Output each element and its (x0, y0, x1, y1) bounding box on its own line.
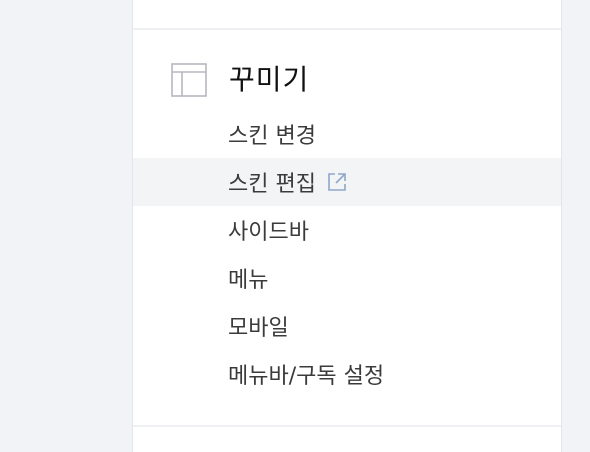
menu-item-label: 사이드바 (228, 220, 309, 245)
settings-sidebar-panel: 꾸미기 스킨 변경 스킨 편집 사이드바 메뉴 모바일 메뉴바/구독 설정 (132, 0, 562, 452)
menu-item-change-skin[interactable]: 스킨 변경 (133, 110, 561, 158)
layout-icon (171, 63, 207, 97)
menu-item-mobile[interactable]: 모바일 (133, 302, 561, 350)
menu-item-label: 스킨 변경 (228, 124, 316, 149)
menu-item-sidebar[interactable]: 사이드바 (133, 206, 561, 254)
section-divider-top (133, 28, 561, 30)
menu-item-label: 메뉴바/구독 설정 (228, 364, 385, 389)
menu-item-menubar-subscription-settings[interactable]: 메뉴바/구독 설정 (133, 350, 561, 398)
external-link-icon (328, 173, 346, 191)
customize-menu: 스킨 변경 스킨 편집 사이드바 메뉴 모바일 메뉴바/구독 설정 (133, 110, 561, 398)
menu-item-label: 스킨 편집 (228, 172, 316, 197)
menu-item-menu[interactable]: 메뉴 (133, 254, 561, 302)
section-header-customize: 꾸미기 (171, 58, 309, 102)
menu-item-edit-skin[interactable]: 스킨 편집 (133, 158, 561, 206)
section-title: 꾸미기 (229, 63, 310, 96)
menu-item-label: 메뉴 (228, 268, 269, 293)
section-divider-bottom (133, 425, 561, 427)
menu-item-label: 모바일 (228, 316, 289, 341)
